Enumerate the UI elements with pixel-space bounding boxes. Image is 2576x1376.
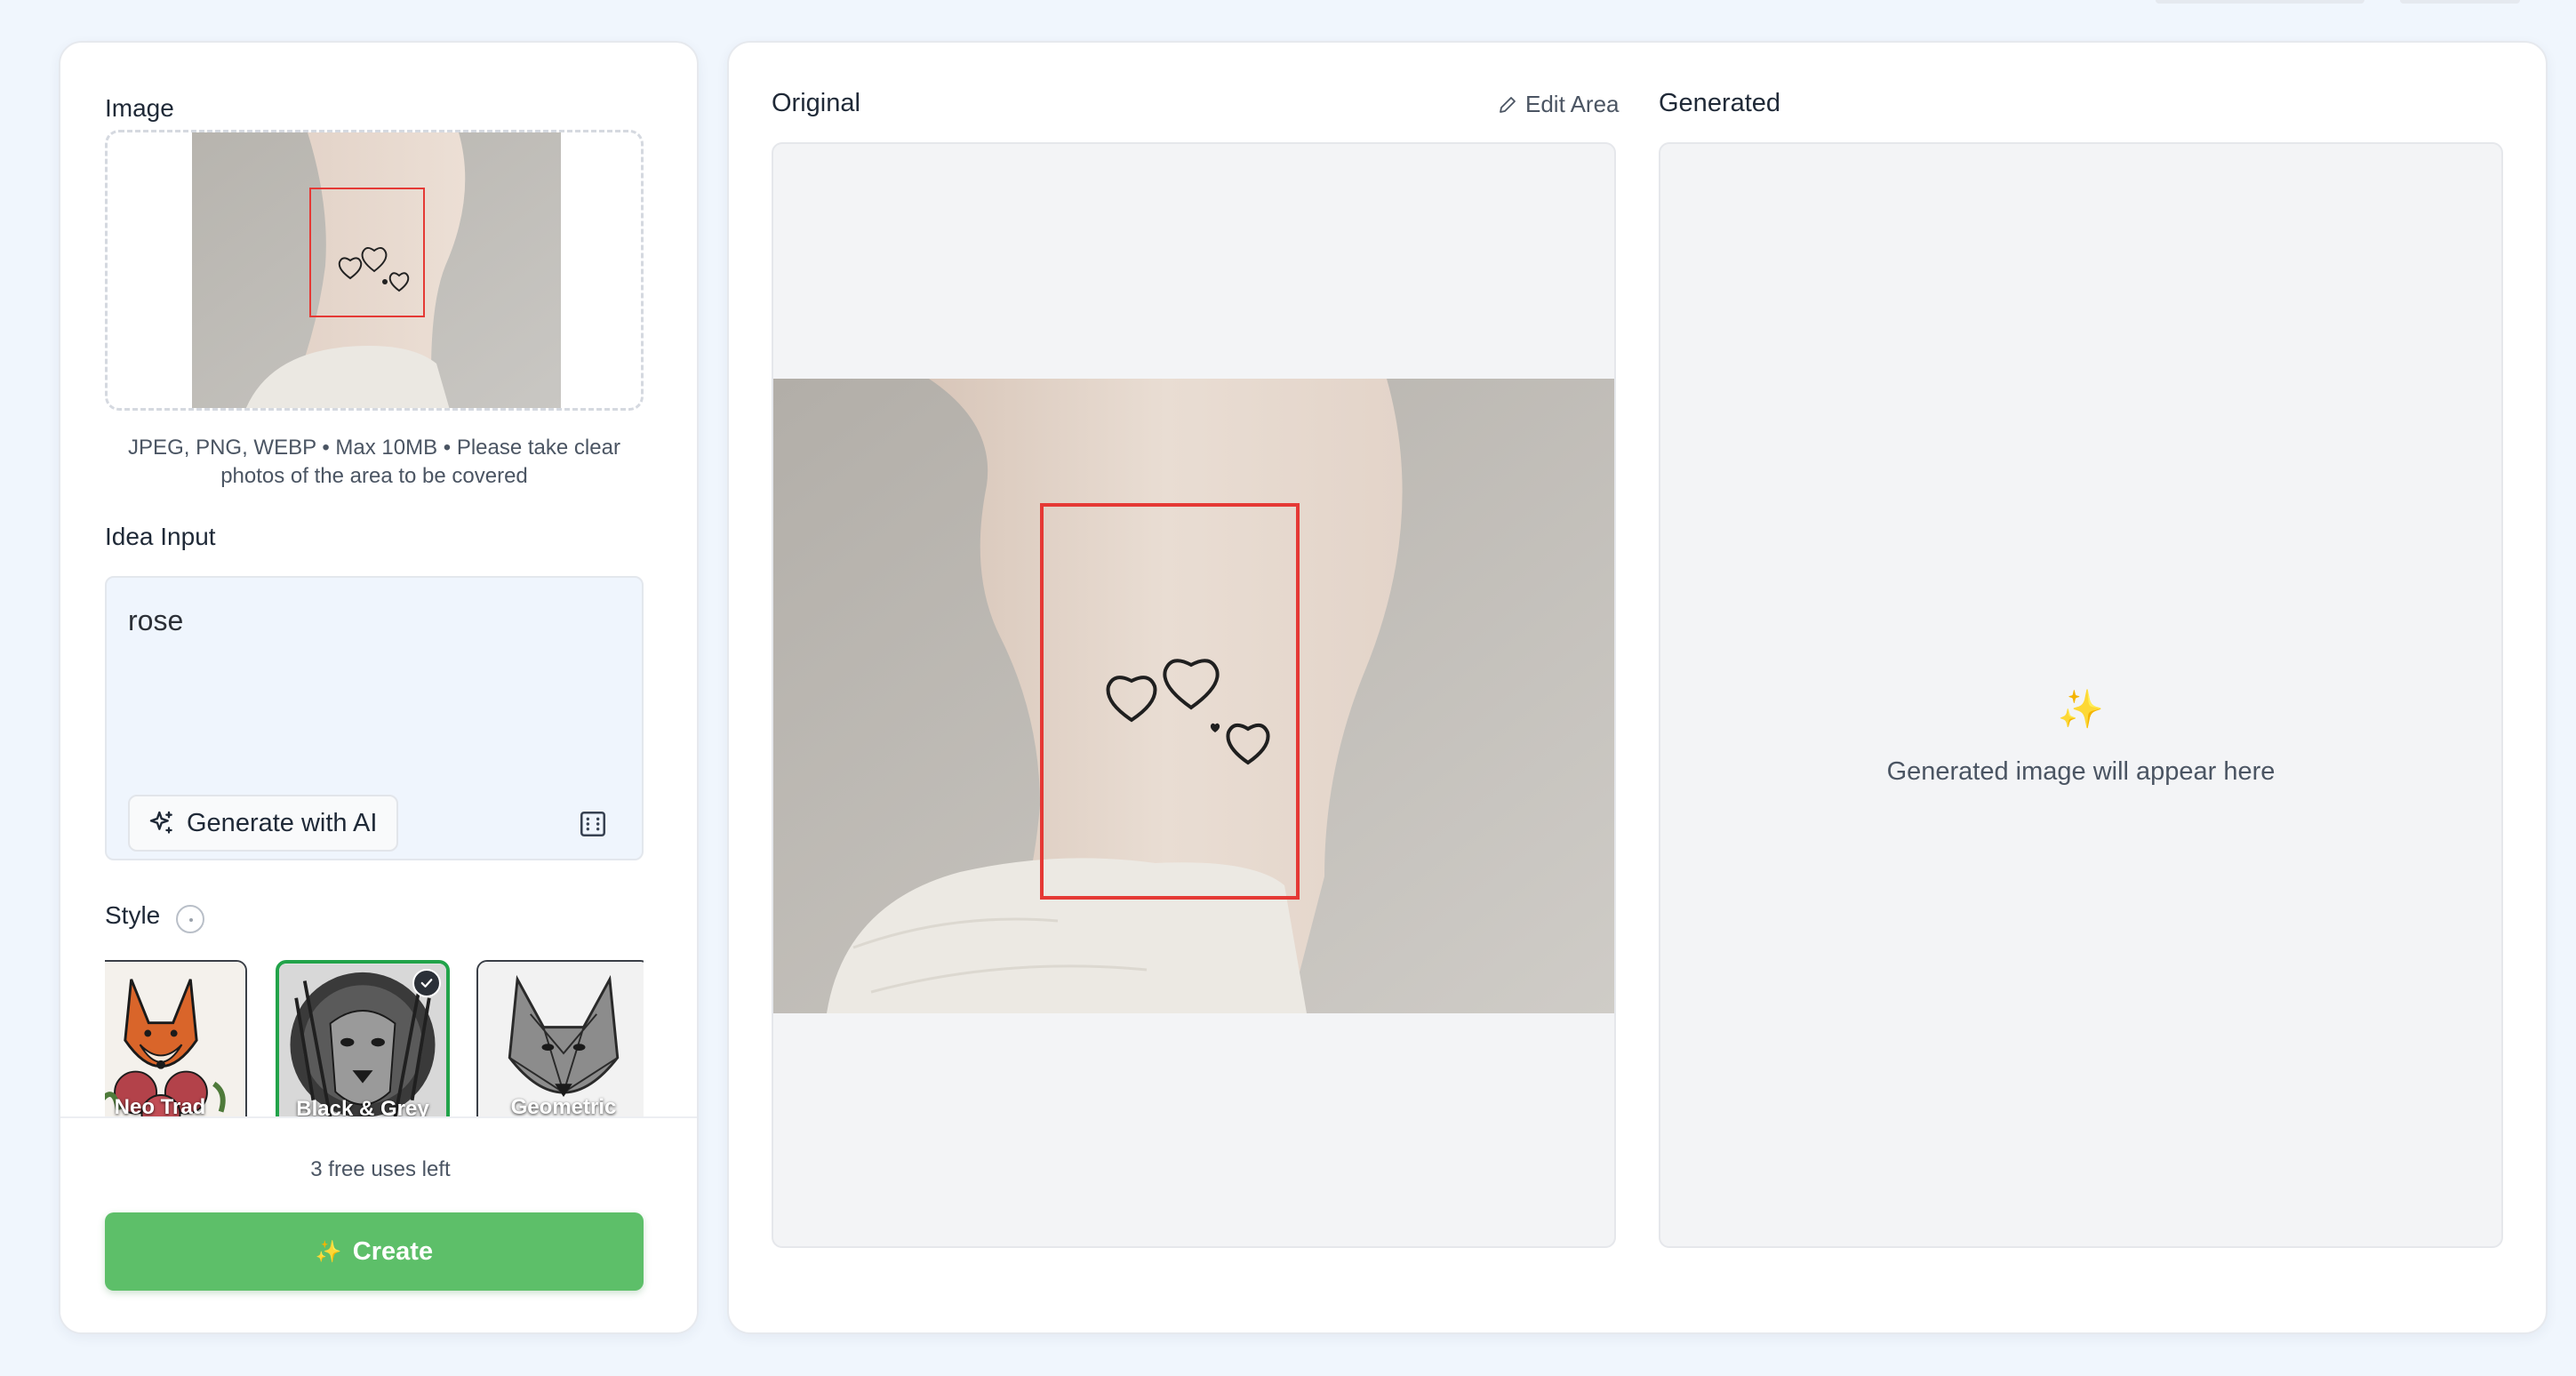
generated-image-preview: ✨ Generated image will appear here bbox=[1659, 142, 2503, 1248]
idea-input-textarea[interactable]: rose Generate with AI bbox=[105, 576, 644, 860]
edit-area-label: Edit Area bbox=[1525, 91, 1620, 117]
upload-help-text: JPEG, PNG, WEBP • Max 10MB • Please take… bbox=[128, 436, 620, 488]
pencil-icon bbox=[1500, 96, 1516, 113]
info-icon[interactable] bbox=[176, 905, 204, 933]
preview-panel: Original Edit Area Generated ✨ Generated… bbox=[727, 41, 2548, 1334]
generated-placeholder-text: Generated image will appear here bbox=[1886, 757, 2276, 786]
original-photo bbox=[773, 379, 1614, 1013]
generate-with-ai-button[interactable]: Generate with AI bbox=[128, 795, 398, 852]
selected-check-icon bbox=[412, 969, 441, 997]
top-bar-fragment bbox=[2156, 0, 2364, 4]
edit-area-button[interactable]: Edit Area bbox=[1497, 91, 1620, 118]
create-button-label: Create bbox=[352, 1236, 434, 1266]
expand-icon[interactable] bbox=[578, 809, 608, 839]
create-button[interactable]: ✨ Create bbox=[105, 1212, 644, 1291]
image-label: Image bbox=[105, 94, 174, 122]
sparkles-icon: ✨ bbox=[2057, 688, 2105, 730]
free-uses-count: 3 free uses left bbox=[310, 1157, 451, 1181]
create-footer: 3 free uses left ✨ Create bbox=[60, 1116, 697, 1332]
idea-input-label: Idea Input bbox=[105, 523, 216, 550]
top-bar-fragment bbox=[2400, 0, 2520, 4]
uploaded-image-thumbnail bbox=[192, 132, 561, 408]
original-image-preview bbox=[772, 142, 1616, 1248]
idea-input-value[interactable]: rose bbox=[128, 604, 183, 637]
original-title: Original bbox=[772, 89, 860, 117]
sparkles-icon: ✨ bbox=[315, 1239, 342, 1264]
style-label: Style bbox=[105, 901, 161, 929]
image-upload-dropzone[interactable] bbox=[105, 130, 644, 411]
generated-title: Generated bbox=[1659, 89, 1781, 117]
sparkles-icon bbox=[149, 811, 172, 834]
input-panel: Image JPEG, PNG, WEBP • Max 10MB • Pleas… bbox=[59, 41, 699, 1334]
generate-with-ai-label: Generate with AI bbox=[187, 808, 378, 837]
